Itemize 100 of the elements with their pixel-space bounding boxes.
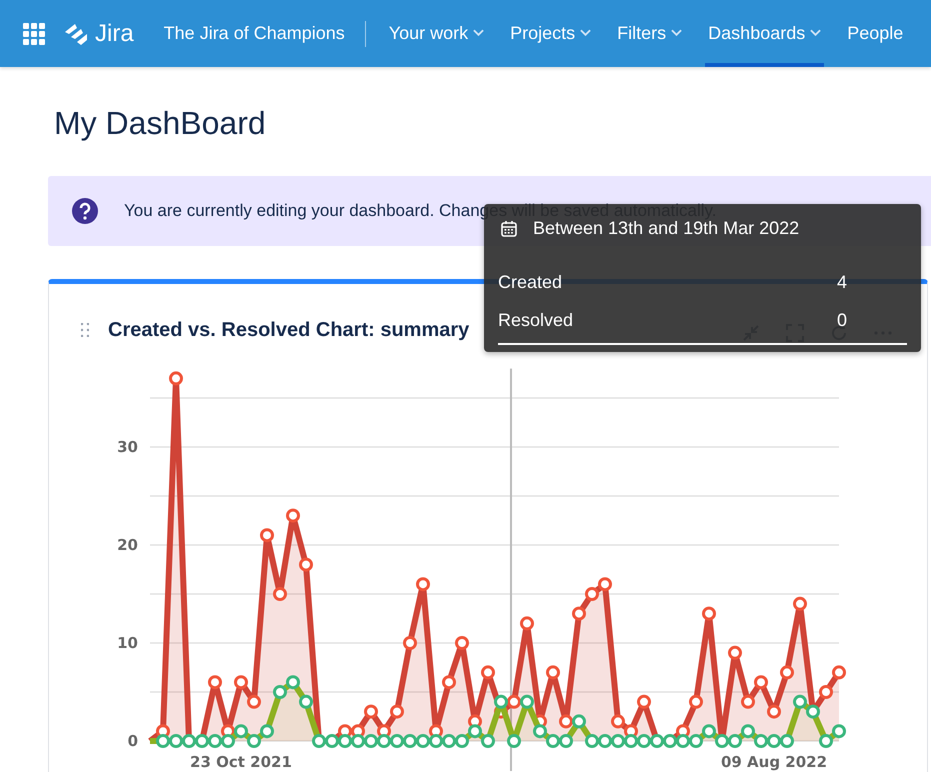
data-point[interactable] [169,734,183,748]
data-point[interactable] [663,734,677,748]
nav-menu-item[interactable]: Your work [386,0,488,67]
data-point[interactable] [533,724,547,738]
data-point[interactable] [546,665,560,680]
data-point[interactable] [481,734,495,748]
data-point[interactable] [442,675,456,690]
data-point[interactable] [585,587,599,601]
data-point[interactable] [260,528,274,542]
data-point[interactable] [767,734,781,748]
data-point[interactable] [156,734,170,748]
data-point[interactable] [403,734,417,748]
data-point[interactable] [195,734,209,748]
data-point[interactable] [611,734,625,748]
data-point[interactable] [832,724,846,738]
data-point[interactable] [611,714,625,728]
data-point[interactable] [819,685,833,699]
data-point[interactable] [455,636,469,650]
data-point[interactable] [455,734,469,748]
data-point[interactable] [221,734,235,748]
data-point[interactable] [637,734,651,748]
data-point[interactable] [715,734,729,748]
nav-menu-item[interactable]: People [844,0,906,67]
data-point[interactable] [468,714,482,728]
data-point[interactable] [754,675,768,690]
product-name[interactable]: Jira [95,20,134,48]
data-point[interactable] [429,724,443,738]
data-point[interactable] [247,734,261,748]
data-point[interactable] [273,685,287,699]
data-point[interactable] [416,734,430,748]
data-point[interactable] [572,714,586,728]
data-point[interactable] [247,694,261,709]
data-point[interactable] [286,675,300,690]
nav-menu-item[interactable]: Dashboards [705,0,824,67]
data-point[interactable] [468,724,482,738]
data-point[interactable] [819,734,833,748]
data-point[interactable] [650,734,664,748]
data-point[interactable] [598,577,612,592]
data-point[interactable] [793,596,807,611]
nav-menu-item[interactable]: Filters [614,0,686,67]
data-point[interactable] [403,636,417,650]
data-point[interactable] [364,734,378,748]
data-point[interactable] [156,724,170,738]
data-point[interactable] [325,734,339,748]
data-point[interactable] [481,665,495,680]
data-point[interactable] [351,734,365,748]
data-point[interactable] [741,694,755,709]
data-point[interactable] [260,724,274,738]
data-point[interactable] [208,675,222,690]
data-point[interactable] [741,724,755,738]
data-point[interactable] [559,734,573,748]
data-point[interactable] [494,694,508,709]
site-link[interactable]: The Jira of Champions [164,23,345,44]
data-point[interactable] [299,558,313,572]
data-point[interactable] [390,734,404,748]
data-point[interactable] [520,616,534,630]
data-point[interactable] [390,704,404,719]
jira-logo-icon[interactable] [63,22,89,46]
app-switcher-icon[interactable] [23,22,45,44]
data-point[interactable] [559,714,573,728]
data-point[interactable] [754,734,768,748]
data-point[interactable] [676,734,690,748]
data-point[interactable] [273,587,287,601]
data-point[interactable] [364,704,378,719]
data-point[interactable] [767,704,781,719]
data-point[interactable] [416,577,430,592]
data-point[interactable] [572,606,586,621]
data-point[interactable] [338,724,352,738]
data-point[interactable] [832,665,846,680]
data-point[interactable] [806,704,820,719]
data-point[interactable] [338,734,352,748]
data-point[interactable] [312,734,326,748]
data-point[interactable] [169,371,183,386]
data-point[interactable] [689,734,703,748]
data-point[interactable] [377,734,391,748]
data-point[interactable] [793,694,807,709]
data-point[interactable] [507,734,521,748]
data-point[interactable] [234,724,248,738]
data-point[interactable] [728,646,742,660]
nav-menu-item[interactable]: Projects [507,0,594,67]
data-point[interactable] [637,694,651,709]
data-point[interactable] [598,734,612,748]
data-point[interactable] [286,508,300,523]
data-point[interactable] [442,734,456,748]
data-point[interactable] [429,734,443,748]
data-point[interactable] [507,694,521,709]
data-point[interactable] [780,734,794,748]
data-point[interactable] [520,694,534,709]
data-point[interactable] [702,606,716,621]
data-point[interactable] [728,734,742,748]
data-point[interactable] [208,734,222,748]
data-point[interactable] [702,724,716,738]
data-point[interactable] [546,734,560,748]
drag-handle-icon[interactable] [81,323,89,337]
data-point[interactable] [585,734,599,748]
data-point[interactable] [624,734,638,748]
data-point[interactable] [780,665,794,680]
data-point[interactable] [182,734,196,748]
data-point[interactable] [299,694,313,709]
data-point[interactable] [689,694,703,709]
